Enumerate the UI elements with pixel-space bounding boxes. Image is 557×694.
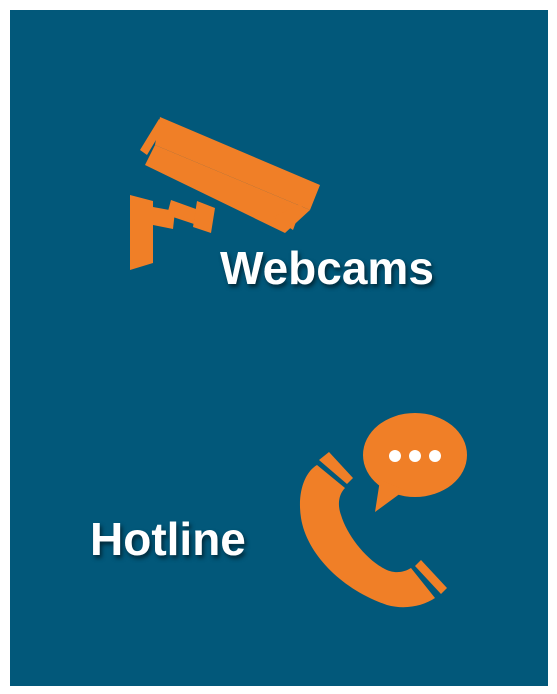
hotline-label: Hotline [90,513,246,565]
page: Webcams Hotline [0,0,557,694]
hotline-link[interactable]: Hotline [75,410,495,610]
webcams-label: Webcams [220,242,434,294]
phone-chat-icon [299,413,467,608]
webcams-link[interactable]: Webcams [105,105,475,305]
links-panel: Webcams Hotline [10,10,548,686]
